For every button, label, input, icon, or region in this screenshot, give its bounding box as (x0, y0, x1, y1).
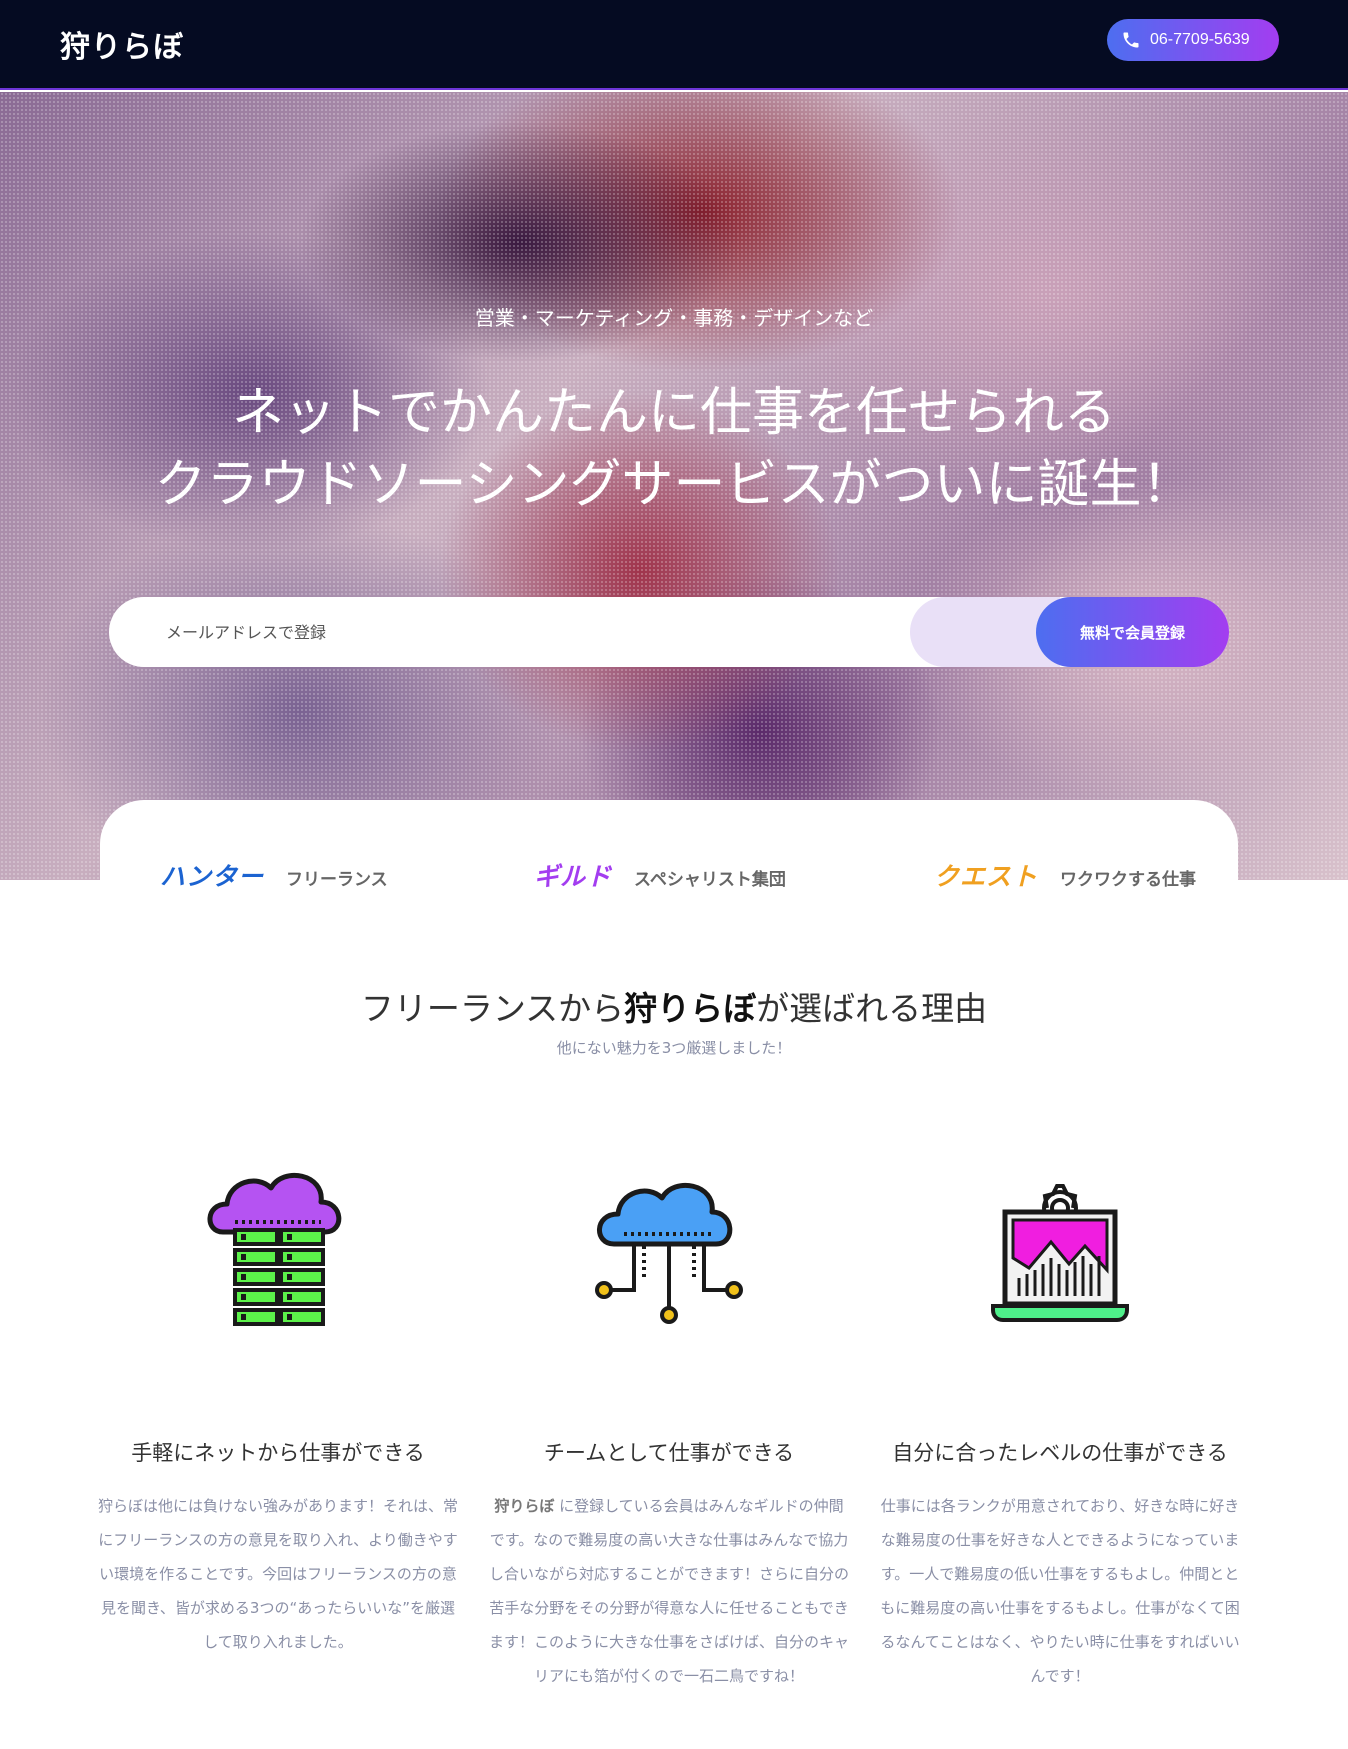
laptop-chart-gear-icon (991, 1184, 1129, 1322)
feature-title: チームとして仕事ができる (543, 1441, 795, 1465)
phone-button[interactable]: 06-7709-5639 (1107, 19, 1279, 61)
feature-body: 狩らぼは他には負けない強みがあります！それは、常にフリーランスの方の意見を取り入… (97, 1497, 458, 1651)
reasons-subtitle: 他にない魅力を3つ厳選しました！ (556, 1039, 792, 1057)
category-hunter[interactable]: ハンター フリーランス (160, 857, 388, 893)
reasons-title: フリーランスから狩りらぼが選ばれる理由 (0, 982, 1348, 1030)
email-input[interactable] (109, 597, 909, 667)
feature-card-3: 自分に合ったレベルの仕事ができる 仕事には各ランクが用意されており、好きな時に好… (875, 1160, 1245, 1693)
category-name: ハンター (160, 862, 265, 891)
feature-card-2: チームとして仕事ができる 狩りらぼ に登録している会員はみんなギルドの仲間です。… (484, 1160, 854, 1693)
reasons-title-post: が選ばれる理由 (756, 989, 988, 1028)
feature-body-text: に登録している会員はみんなギルドの仲間です。なので難易度の高い大きな仕事はみんな… (488, 1497, 849, 1685)
hero-title-line1: ネットでかんたんに仕事を任せられる (231, 383, 1116, 443)
category-desc: スペシャリスト集団 (634, 870, 786, 890)
reasons-title-brand: 狩りらぼ (624, 989, 757, 1028)
phone-icon (1123, 32, 1139, 48)
cloud-server-icon (207, 1172, 342, 1326)
feature-card-1: 手軽にネットから仕事ができる 狩らぼは他には負けない強みがあります！それは、常に… (93, 1160, 463, 1659)
signup-form: 無料で会員登録 (109, 597, 1229, 667)
feature-title: 自分に合ったレベルの仕事ができる (892, 1441, 1228, 1465)
hero-title: ネットでかんたんに仕事を任せられる クラウドソーシングサービスがついに誕生！ (0, 377, 1348, 521)
signup-button[interactable]: 無料で会員登録 (1036, 597, 1229, 667)
feature-title: 手軽にネットから仕事ができる (131, 1441, 425, 1465)
category-card: ハンター フリーランス ギルド スペシャリスト集団 クエスト ワクワクする仕事 (100, 800, 1238, 920)
category-desc: フリーランス (286, 870, 388, 890)
category-guild[interactable]: ギルド スペシャリスト集団 (534, 857, 786, 893)
category-quest[interactable]: クエスト ワクワクする仕事 (934, 857, 1196, 893)
feature-body: 狩りらぼ に登録している会員はみんなギルドの仲間です。なので難易度の高い大きな仕… (484, 1489, 854, 1693)
reasons-title-pre: フリーランスから (360, 989, 625, 1028)
hero-subtitle: 営業・マーケティング・事務・デザインなど (474, 306, 874, 330)
site-logo[interactable]: 狩りらぼ (60, 22, 184, 66)
phone-number: 06-7709-5639 (1150, 31, 1250, 48)
feature-body: 仕事には各ランクが用意されており、好きな時に好きな難易度の仕事を好きな人とできる… (880, 1497, 1240, 1685)
hero-title-line2: クラウドソーシングサービスがついに誕生！ (154, 455, 1194, 515)
hero-section: 営業・マーケティング・事務・デザインなど ネットでかんたんに仕事を任せられる ク… (0, 92, 1348, 880)
category-name: ギルド (534, 862, 613, 891)
category-desc: ワクワクする仕事 (1060, 870, 1197, 890)
category-name: クエスト (934, 862, 1039, 891)
feature-body-brand: 狩りらぼ (494, 1497, 555, 1515)
site-header: 狩りらぼ 06-7709-5639 (0, 0, 1348, 90)
cloud-network-icon (595, 1182, 743, 1324)
